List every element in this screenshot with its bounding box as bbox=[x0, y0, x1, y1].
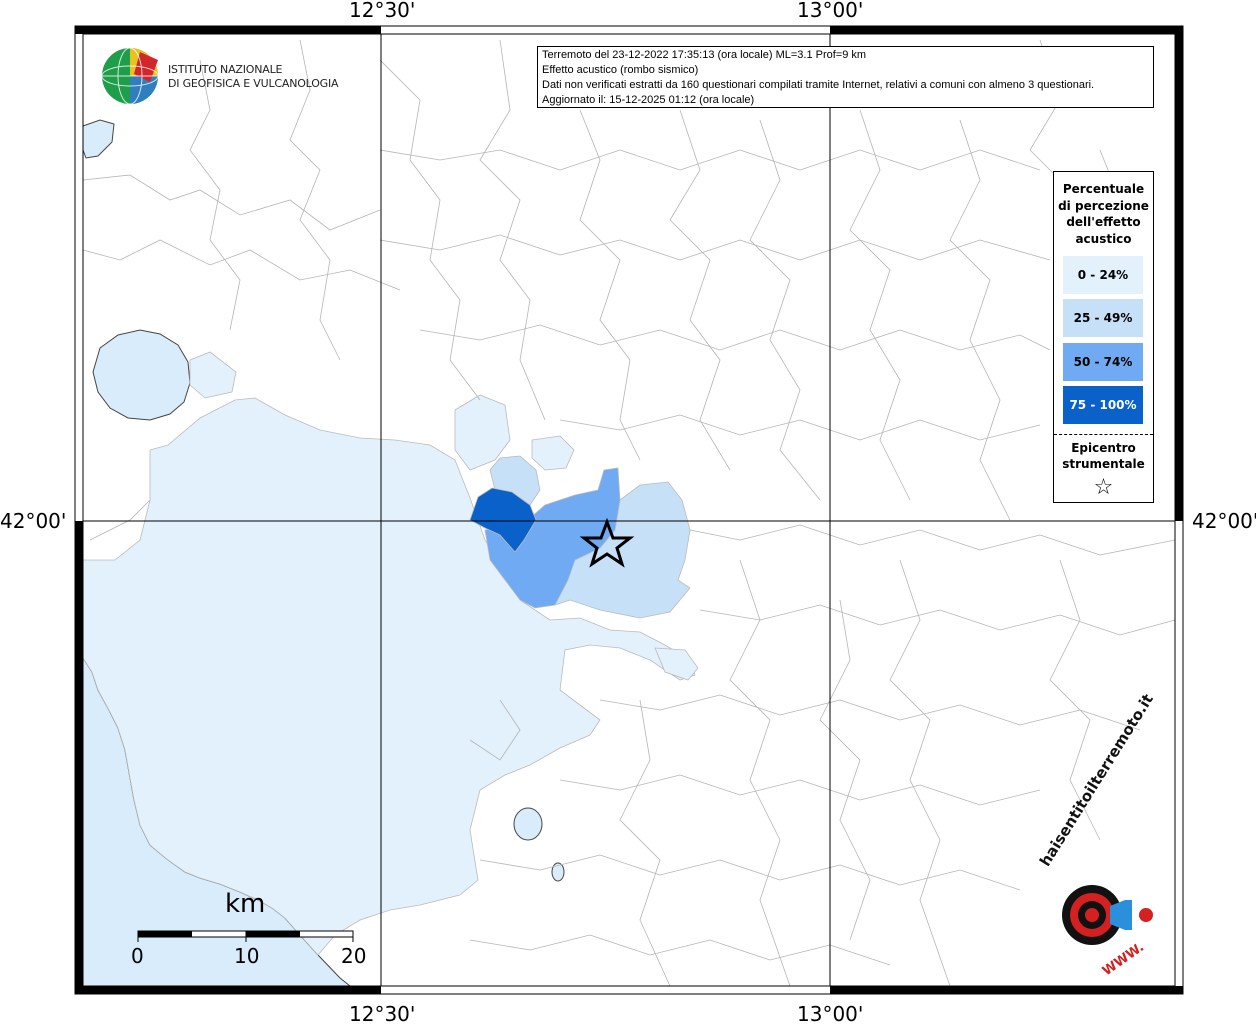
map-canvas bbox=[74, 25, 1184, 995]
legend: Percentuale di percezione dell'effetto a… bbox=[1053, 171, 1154, 503]
legend-class-75-100: 75 - 100% bbox=[1063, 386, 1143, 424]
lon-label-top-left: 12°30' bbox=[349, 0, 416, 22]
legend-star-icon: ☆ bbox=[1093, 475, 1114, 500]
event-updated: Aggiornato il: 15-12-2025 01:12 (ora loc… bbox=[542, 94, 755, 106]
legend-class-0-24: 0 - 24% bbox=[1063, 256, 1143, 294]
legend-title: Percentuale di percezione dell'effetto a… bbox=[1058, 182, 1149, 246]
event-data-note: Dati non verificati estratti da 160 ques… bbox=[542, 79, 1095, 91]
institute-name-line2: DI GEOFISICA E VULCANOLOGIA bbox=[168, 77, 339, 90]
lat-label-left: 42°00' bbox=[0, 509, 67, 533]
scale-tick-0: 0 bbox=[131, 944, 144, 968]
legend-separator bbox=[1054, 434, 1153, 435]
institute-name: ISTITUTO NAZIONALE DI GEOFISICA E VULCAN… bbox=[168, 63, 339, 91]
scale-unit: km bbox=[225, 889, 266, 919]
institute-name-line1: ISTITUTO NAZIONALE bbox=[168, 63, 283, 76]
event-info-box: Terremoto del 23-12-2022 17:35:13 (ora l… bbox=[537, 46, 1154, 108]
lon-label-top-right: 13°00' bbox=[797, 0, 864, 22]
scale-tick-20: 20 bbox=[341, 944, 367, 968]
lake-albano bbox=[513, 807, 543, 841]
scale-tick-10: 10 bbox=[234, 944, 260, 968]
lon-label-bottom-left: 12°30' bbox=[349, 1002, 416, 1026]
legend-epicenter-label: Epicentro strumentale bbox=[1062, 441, 1145, 471]
ingv-logo-icon bbox=[101, 47, 159, 105]
legend-class-25-49: 25 - 49% bbox=[1063, 299, 1143, 337]
event-subtitle: Effetto acustico (rombo sismico) bbox=[542, 64, 699, 76]
lat-label-right: 42°00' bbox=[1192, 509, 1256, 533]
legend-class-50-74: 50 - 74% bbox=[1063, 343, 1143, 381]
lon-label-bottom-right: 13°00' bbox=[797, 1002, 864, 1026]
event-title: Terremoto del 23-12-2022 17:35:13 (ora l… bbox=[542, 49, 867, 61]
